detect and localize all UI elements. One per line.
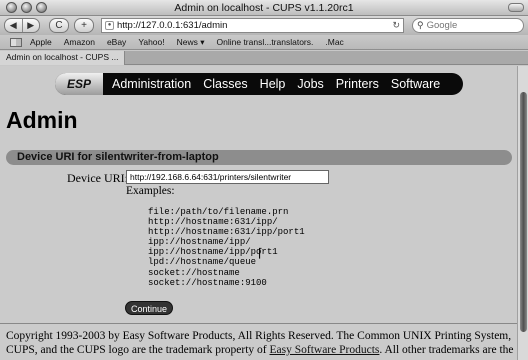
cups-navbar: ESP Administration Classes Help Jobs Pri…	[55, 73, 463, 95]
window-titlebar: Admin on localhost - CUPS v1.1.20rc1	[0, 0, 528, 16]
search-box[interactable]: ⚲	[412, 18, 524, 33]
example-uri: ipp://hostname/ipp/port1	[148, 247, 278, 258]
example-uri: http://hostname:631/ipp/port1	[148, 227, 305, 238]
footer-text: Copyright 1993-2003 by Easy Software Pro…	[6, 329, 516, 357]
easy-software-products-link[interactable]: Easy Software Products	[270, 344, 380, 356]
footer-line-2-pre: CUPS, and the CUPS logo are the trademar…	[6, 344, 270, 356]
bookmarks-book-icon[interactable]	[10, 37, 22, 47]
footer-line-2-post: . All other trademarks are the	[379, 344, 514, 356]
example-uri: socket://hostname	[148, 267, 240, 278]
search-input[interactable]	[426, 20, 507, 31]
page-title: Admin	[6, 107, 78, 133]
text-cursor-icon: ⌈	[258, 246, 263, 260]
nav-administration[interactable]: Administration	[112, 77, 191, 91]
bookmark-yahoo[interactable]: Yahoo!	[138, 37, 164, 47]
add-bookmark-button[interactable]: +	[74, 18, 94, 33]
section-header: Device URI for silentwriter-from-laptop	[6, 150, 512, 165]
bookmark-online-translators[interactable]: Online transl...translators.	[217, 37, 314, 47]
device-uri-input[interactable]	[126, 170, 329, 184]
window-title: Admin on localhost - CUPS v1.1.20rc1	[174, 2, 354, 14]
nav-classes[interactable]: Classes	[203, 77, 247, 91]
bookmark-news-menu[interactable]: News ▾	[177, 37, 205, 48]
bookmarks-bar: Apple Amazon eBay Yahoo! News ▾ Online t…	[0, 35, 528, 50]
address-bar[interactable]: ● http://127.0.0.1:631/admin ↻	[101, 18, 404, 33]
reload-button[interactable]: C	[49, 18, 69, 33]
toolbar-toggle-button[interactable]	[508, 3, 524, 12]
bookmark-dotmac[interactable]: .Mac	[325, 37, 343, 47]
example-uri: http://hostname:631/ipp/	[148, 217, 278, 228]
tab-admin[interactable]: Admin on localhost - CUPS ...	[0, 51, 125, 65]
nav-printers[interactable]: Printers	[336, 77, 379, 91]
bookmark-amazon[interactable]: Amazon	[64, 37, 95, 47]
example-uri: lpd://hostname/queue	[148, 257, 257, 268]
bookmark-ebay[interactable]: eBay	[107, 37, 126, 47]
continue-button[interactable]: Continue	[125, 301, 173, 315]
page-favicon-icon: ●	[105, 21, 114, 30]
cups-nav-links: Administration Classes Help Jobs Printer…	[112, 73, 452, 95]
page-content: ESP Administration Classes Help Jobs Pri…	[0, 66, 517, 360]
back-arrow-icon[interactable]: ◀	[5, 19, 23, 32]
examples-label: Examples:	[126, 185, 175, 197]
examples-list: file:/path/to/filename.prn http://hostna…	[148, 207, 305, 288]
forward-arrow-icon[interactable]: ▶	[23, 19, 40, 32]
browser-toolbar: ◀ ▶ C + ● http://127.0.0.1:631/admin ↻ ⚲	[0, 16, 528, 35]
esp-logo[interactable]: ESP	[55, 73, 103, 95]
back-forward-group: ◀ ▶	[4, 18, 40, 33]
device-uri-label: Device URI:	[67, 171, 128, 185]
search-icon: ⚲	[417, 20, 424, 30]
vertical-scrollbar[interactable]	[517, 66, 528, 360]
scrollbar-thumb[interactable]	[520, 92, 527, 332]
example-uri: socket://hostname:9100	[148, 277, 267, 288]
nav-help[interactable]: Help	[260, 77, 286, 91]
footer-line-1: Copyright 1993-2003 by Easy Software Pro…	[6, 330, 512, 342]
footer-divider	[0, 323, 517, 324]
example-uri: file:/path/to/filename.prn	[148, 207, 289, 217]
reload-icon[interactable]: ↻	[392, 20, 400, 31]
tab-strip: Admin on localhost - CUPS ...	[0, 51, 528, 65]
nav-software[interactable]: Software	[391, 77, 440, 91]
bookmark-apple[interactable]: Apple	[30, 37, 52, 47]
example-uri: ipp://hostname/ipp/	[148, 237, 251, 248]
nav-jobs[interactable]: Jobs	[297, 77, 323, 91]
address-url[interactable]: http://127.0.0.1:631/admin	[117, 20, 392, 31]
